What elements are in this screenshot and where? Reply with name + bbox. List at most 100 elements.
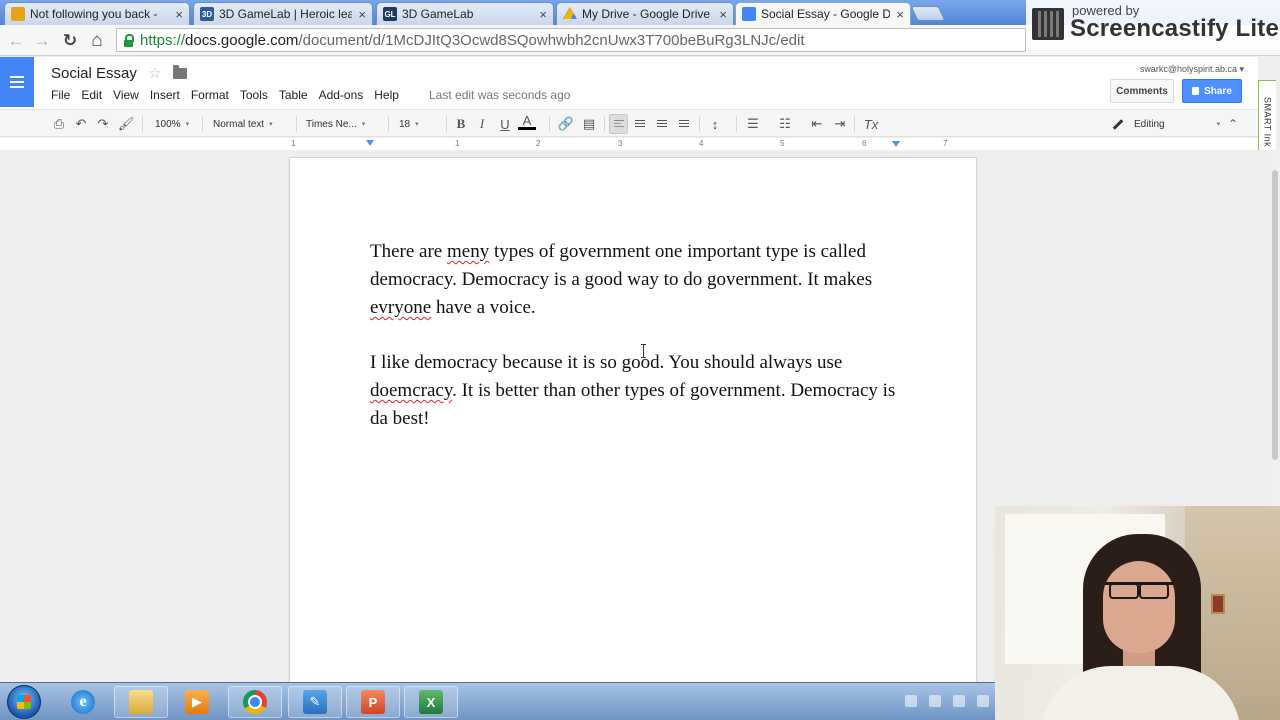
folder-icon [129, 690, 153, 714]
numbered-list-icon[interactable]: ☰ [744, 115, 762, 133]
paragraph-text: I like democracy because it is so good. … [370, 352, 843, 373]
excel-icon: X [419, 690, 443, 714]
menu-view[interactable]: View [113, 88, 139, 102]
print-icon[interactable]: ⎙ [50, 115, 68, 133]
taskbar-powerpoint[interactable]: P [346, 686, 400, 718]
last-edit-status[interactable]: Last edit was seconds ago [429, 88, 570, 102]
windows-logo-icon [17, 695, 31, 709]
close-icon[interactable]: × [896, 7, 904, 22]
bold-button[interactable]: B [452, 115, 470, 133]
zoom-select[interactable]: 100% [155, 115, 189, 133]
right-indent-marker[interactable] [892, 141, 900, 147]
back-button[interactable]: ← [6, 31, 26, 51]
gamelab-icon: 3D [200, 7, 214, 21]
docs-home-logo[interactable] [0, 57, 34, 107]
increase-indent-icon[interactable]: ⇥ [831, 115, 849, 133]
line-spacing-icon[interactable]: ↕ [706, 115, 724, 133]
undo-icon[interactable]: ↶ [72, 115, 90, 133]
taskbar-windows-explorer[interactable] [114, 686, 168, 718]
comment-icon[interactable]: ▤ [580, 115, 598, 133]
document-body[interactable]: There are meny types of government one i… [370, 238, 900, 460]
menu-table[interactable]: Table [279, 88, 308, 102]
document-paragraph[interactable]: I like democracy because it is so good. … [370, 349, 900, 433]
url-host: docs.google.com [185, 31, 299, 49]
paragraph-text: There are [370, 241, 447, 262]
tab-title: Social Essay - Google Doc [761, 7, 891, 21]
font-size-select[interactable]: 18 [399, 115, 441, 133]
redo-icon[interactable]: ↷ [94, 115, 112, 133]
tab-google-drive[interactable]: My Drive - Google Drive × [556, 2, 734, 25]
link-icon[interactable]: 🔗 [557, 115, 575, 133]
tab-title: Not following you back - [30, 7, 158, 21]
gamelab-icon: GL [383, 7, 397, 21]
lock-icon [1192, 87, 1200, 95]
align-right-icon[interactable] [653, 115, 671, 133]
menu-edit[interactable]: Edit [81, 88, 102, 102]
menu-format[interactable]: Format [191, 88, 229, 102]
clear-formatting-button[interactable]: Tx [862, 115, 880, 133]
tab-not-following[interactable]: Not following you back - × [4, 2, 190, 25]
misspelled-word[interactable]: meny [447, 241, 489, 262]
menu-file[interactable]: File [51, 88, 70, 102]
menu-tools[interactable]: Tools [240, 88, 268, 102]
taskbar-media-player[interactable]: ▶ [170, 686, 224, 718]
bulleted-list-icon[interactable]: ☷ [776, 115, 794, 133]
close-icon[interactable]: × [175, 7, 183, 22]
collapse-toolbar-icon[interactable]: ⌃ [1224, 115, 1242, 133]
italic-button[interactable]: I [473, 115, 491, 133]
reload-button[interactable]: ↻ [60, 31, 80, 51]
start-button[interactable] [7, 685, 41, 719]
document-paragraph[interactable]: There are meny types of government one i… [370, 238, 900, 322]
underline-button[interactable]: U [496, 115, 514, 133]
document-title[interactable]: Social Essay [51, 65, 137, 82]
misspelled-word[interactable]: doemcracy [370, 380, 452, 401]
decrease-indent-icon[interactable]: ⇤ [808, 115, 826, 133]
folder-icon[interactable] [173, 65, 187, 79]
menu-help[interactable]: Help [374, 88, 399, 102]
editing-mode-select[interactable]: Editing ▾ [1112, 115, 1220, 133]
home-button[interactable]: ⌂ [87, 31, 107, 51]
address-bar[interactable]: https://docs.google.com/document/d/1McDJ… [116, 28, 1026, 52]
paragraph-style-select[interactable]: Normal text [213, 115, 293, 133]
pencil-icon [1112, 118, 1124, 130]
text-color-button[interactable]: A [518, 114, 536, 130]
tab-3d-gamelab[interactable]: GL 3D GameLab × [376, 2, 554, 25]
forward-button[interactable]: → [32, 31, 52, 51]
star-icon[interactable]: ☆ [148, 64, 161, 82]
comments-button[interactable]: Comments [1110, 79, 1174, 103]
new-tab-button[interactable] [910, 6, 946, 21]
tray-app-icon[interactable] [953, 695, 965, 707]
keyboard-icon[interactable] [905, 695, 917, 707]
notepad-icon: ✎ [303, 690, 327, 714]
font-select[interactable]: Times Ne... [306, 115, 376, 133]
taskbar-notepad[interactable]: ✎ [288, 686, 342, 718]
justify-icon[interactable] [675, 115, 693, 133]
tab-social-essay[interactable]: Social Essay - Google Doc × [735, 2, 911, 25]
share-label: Share [1204, 85, 1232, 97]
tray-app-icon[interactable] [929, 695, 941, 707]
account-email[interactable]: swarkc@holyspirit.ab.ca ▾ [1140, 64, 1244, 75]
webcam-picture-frame [1211, 594, 1225, 614]
document-page[interactable]: There are meny types of government one i… [289, 157, 977, 697]
paragraph-text: have a voice. [431, 297, 536, 318]
taskbar-internet-explorer[interactable]: e [56, 686, 110, 718]
media-player-icon: ▶ [185, 690, 209, 714]
taskbar-google-chrome[interactable] [228, 686, 282, 718]
close-icon[interactable]: × [358, 7, 366, 22]
tray-app-icon[interactable] [977, 695, 989, 707]
scrollbar-thumb[interactable] [1272, 170, 1278, 460]
mouse-text-cursor [641, 344, 646, 358]
left-indent-marker[interactable] [366, 140, 374, 146]
paint-format-icon[interactable]: 🖌 [117, 115, 135, 133]
taskbar-excel[interactable]: X [404, 686, 458, 718]
tab-title: 3D GameLab [402, 7, 474, 21]
align-center-icon[interactable] [631, 115, 649, 133]
misspelled-word[interactable]: evryone [370, 297, 431, 318]
menu-insert[interactable]: Insert [150, 88, 180, 102]
share-button[interactable]: Share [1182, 79, 1242, 103]
close-icon[interactable]: × [539, 7, 547, 22]
drive-icon [563, 7, 577, 19]
menu-addons[interactable]: Add-ons [319, 88, 364, 102]
close-icon[interactable]: × [719, 7, 727, 22]
tab-3d-gamelab-heroic[interactable]: 3D 3D GameLab | Heroic lear × [193, 2, 373, 25]
